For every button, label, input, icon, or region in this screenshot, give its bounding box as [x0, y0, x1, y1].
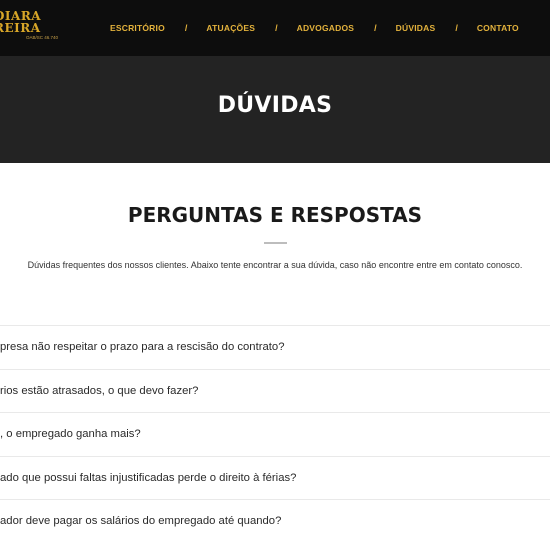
nav-item-duvidas[interactable]: DÚVIDAS [396, 23, 436, 33]
page-banner: DÚVIDAS [0, 56, 550, 163]
section-title: PERGUNTAS E RESPOSTAS [127, 203, 423, 227]
faq-item[interactable]: ador deve pagar os salários do empregado… [0, 499, 550, 543]
nav-item-escritorio[interactable]: ESCRITÓRIO [110, 23, 165, 33]
nav-item-advogados[interactable]: ADVOGADOS [297, 23, 355, 33]
site-header: DIARA REIRA OAB/SC 46.740 ESCRITÓRIO / A… [0, 0, 550, 56]
faq-question: , o empregado ganha mais? [0, 428, 141, 441]
page-title: DÚVIDAS [217, 93, 333, 118]
faq-list: presa não respeitar o prazo para a resci… [0, 325, 550, 543]
faq-question: ador deve pagar os salários do empregado… [0, 515, 282, 528]
nav-separator: / [275, 23, 278, 33]
nav-separator: / [374, 23, 377, 33]
main-nav: ESCRITÓRIO / ATUAÇÕES / ADVOGADOS / DÚVI… [110, 21, 519, 35]
nav-separator: / [455, 23, 458, 33]
faq-question: presa não respeitar o prazo para a resci… [0, 341, 285, 354]
logo-oab-number: OAB/SC 46.740 [26, 35, 59, 40]
faq-question: rios estão atrasados, o que devo fazer? [0, 384, 199, 397]
section-intro: Dúvidas frequentes dos nossos clientes. … [0, 260, 550, 270]
faq-item[interactable]: presa não respeitar o prazo para a resci… [0, 325, 550, 369]
nav-item-atuacoes[interactable]: ATUAÇÕES [206, 23, 255, 33]
title-divider [264, 242, 287, 244]
logo[interactable]: DIARA REIRA OAB/SC 46.740 [0, 10, 58, 44]
faq-question: ado que possui faltas injustificadas per… [0, 471, 297, 484]
logo-line-2: REIRA [0, 21, 41, 35]
faq-item[interactable]: rios estão atrasados, o que devo fazer? [0, 368, 550, 413]
faq-item[interactable]: , o empregado ganha mais? [0, 412, 550, 456]
nav-separator: / [184, 23, 188, 33]
section-intro-text: Dúvidas frequentes dos nossos clientes. … [27, 260, 523, 270]
nav-item-contato[interactable]: CONTATO [477, 23, 519, 33]
faq-item[interactable]: ado que possui faltas injustificadas per… [0, 455, 550, 500]
